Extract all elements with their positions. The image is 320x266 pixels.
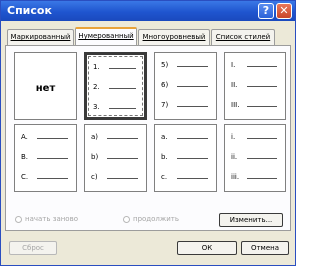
list-marker: b. xyxy=(161,153,168,161)
tab-numbered[interactable]: Нумерованный xyxy=(75,27,137,45)
list-item: 3. xyxy=(91,103,140,112)
list-marker: b) xyxy=(91,153,99,161)
list-item: b) xyxy=(89,153,142,162)
title-bar[interactable]: Список ? ✕ xyxy=(1,1,295,21)
list-item: iii. xyxy=(229,173,281,182)
list-item: I. xyxy=(229,61,281,70)
list-marker: i. xyxy=(231,133,236,141)
text-line xyxy=(177,178,208,179)
text-line xyxy=(247,178,277,179)
text-line xyxy=(247,138,277,139)
list-dialog: Список ? ✕ Маркированный Нумерованный Мн… xyxy=(0,0,296,266)
list-item: C. xyxy=(19,173,72,182)
list-item: 6) xyxy=(159,81,212,90)
text-line xyxy=(247,106,277,107)
list-item: B. xyxy=(19,153,72,162)
list-item: 7) xyxy=(159,101,212,110)
text-line xyxy=(177,66,208,67)
text-line xyxy=(37,138,68,139)
list-item: ii. xyxy=(229,153,281,162)
text-line xyxy=(37,158,68,159)
text-line xyxy=(177,86,208,87)
list-marker: ii. xyxy=(231,153,238,161)
list-item: a) xyxy=(89,133,142,142)
list-marker: I. xyxy=(231,61,236,69)
list-item: a. xyxy=(159,133,212,142)
list-marker: iii. xyxy=(231,173,240,181)
text-line xyxy=(247,86,277,87)
continue-label: продолжить xyxy=(133,215,179,223)
reset-button[interactable]: Сброс xyxy=(9,241,57,255)
list-marker: c) xyxy=(91,173,98,181)
list-marker: C. xyxy=(21,173,29,181)
radio-restart[interactable] xyxy=(15,216,22,223)
tab-bulleted[interactable]: Маркированный xyxy=(7,29,74,45)
text-line xyxy=(107,158,138,159)
list-marker: 5) xyxy=(161,61,169,69)
list-marker: c. xyxy=(161,173,168,181)
list-marker: 7) xyxy=(161,101,169,109)
numbering-option-alpha-paren[interactable]: a) b) c) xyxy=(84,124,147,192)
change-button[interactable]: Изменить... xyxy=(219,213,283,227)
numbering-option-alpha-upper[interactable]: A. B. C. xyxy=(14,124,77,192)
tab-strip: Маркированный Нумерованный Многоуровневы… xyxy=(5,27,293,45)
list-marker: A. xyxy=(21,133,28,141)
list-marker: 3. xyxy=(93,103,100,111)
list-marker: 2. xyxy=(93,83,100,91)
list-item: c. xyxy=(159,173,212,182)
help-icon[interactable]: ? xyxy=(258,3,274,19)
numbering-option-decimal-paren[interactable]: 5) 6) 7) xyxy=(154,52,217,120)
numbering-option-none[interactable]: нет xyxy=(14,52,77,120)
list-marker: II. xyxy=(231,81,238,89)
close-icon[interactable]: ✕ xyxy=(276,3,292,19)
numbering-panel: нет 1. 2. 3. 5) 6) 7) I. II. III. A. B. … xyxy=(5,45,291,231)
numbering-option-alpha-dot[interactable]: a. b. c. xyxy=(154,124,217,192)
list-item: III. xyxy=(229,101,281,110)
text-line xyxy=(109,68,136,69)
list-marker: B. xyxy=(21,153,29,161)
numbering-option-roman-lower[interactable]: i. ii. iii. xyxy=(224,124,286,192)
list-marker: III. xyxy=(231,101,240,109)
text-line xyxy=(247,66,277,67)
text-line xyxy=(177,106,208,107)
tab-multilevel[interactable]: Многоуровневый xyxy=(138,29,210,45)
text-line xyxy=(109,108,136,109)
list-item: A. xyxy=(19,133,72,142)
list-marker: a. xyxy=(161,133,168,141)
list-marker: 6) xyxy=(161,81,169,89)
restart-label: начать заново xyxy=(25,215,78,223)
list-item: 5) xyxy=(159,61,212,70)
list-marker: a) xyxy=(91,133,99,141)
text-line xyxy=(37,178,68,179)
list-item: b. xyxy=(159,153,212,162)
numbering-option-decimal-dot[interactable]: 1. 2. 3. xyxy=(84,52,147,120)
text-line xyxy=(247,158,277,159)
radio-continue[interactable] xyxy=(123,216,130,223)
dialog-title: Список xyxy=(7,4,52,17)
list-item: 1. xyxy=(91,63,140,72)
list-marker: 1. xyxy=(93,63,100,71)
numbering-option-roman-upper[interactable]: I. II. III. xyxy=(224,52,286,120)
list-item: c) xyxy=(89,173,142,182)
list-item: II. xyxy=(229,81,281,90)
text-line xyxy=(177,158,208,159)
text-line xyxy=(177,138,208,139)
text-line xyxy=(107,138,138,139)
cancel-button[interactable]: Отмена xyxy=(241,241,289,255)
list-item: i. xyxy=(229,133,281,142)
none-label: нет xyxy=(35,83,56,94)
tab-list-styles[interactable]: Список стилей xyxy=(211,29,275,45)
ok-button[interactable]: ОК xyxy=(177,241,237,255)
text-line xyxy=(109,88,136,89)
text-line xyxy=(107,178,138,179)
list-item: 2. xyxy=(91,83,140,92)
